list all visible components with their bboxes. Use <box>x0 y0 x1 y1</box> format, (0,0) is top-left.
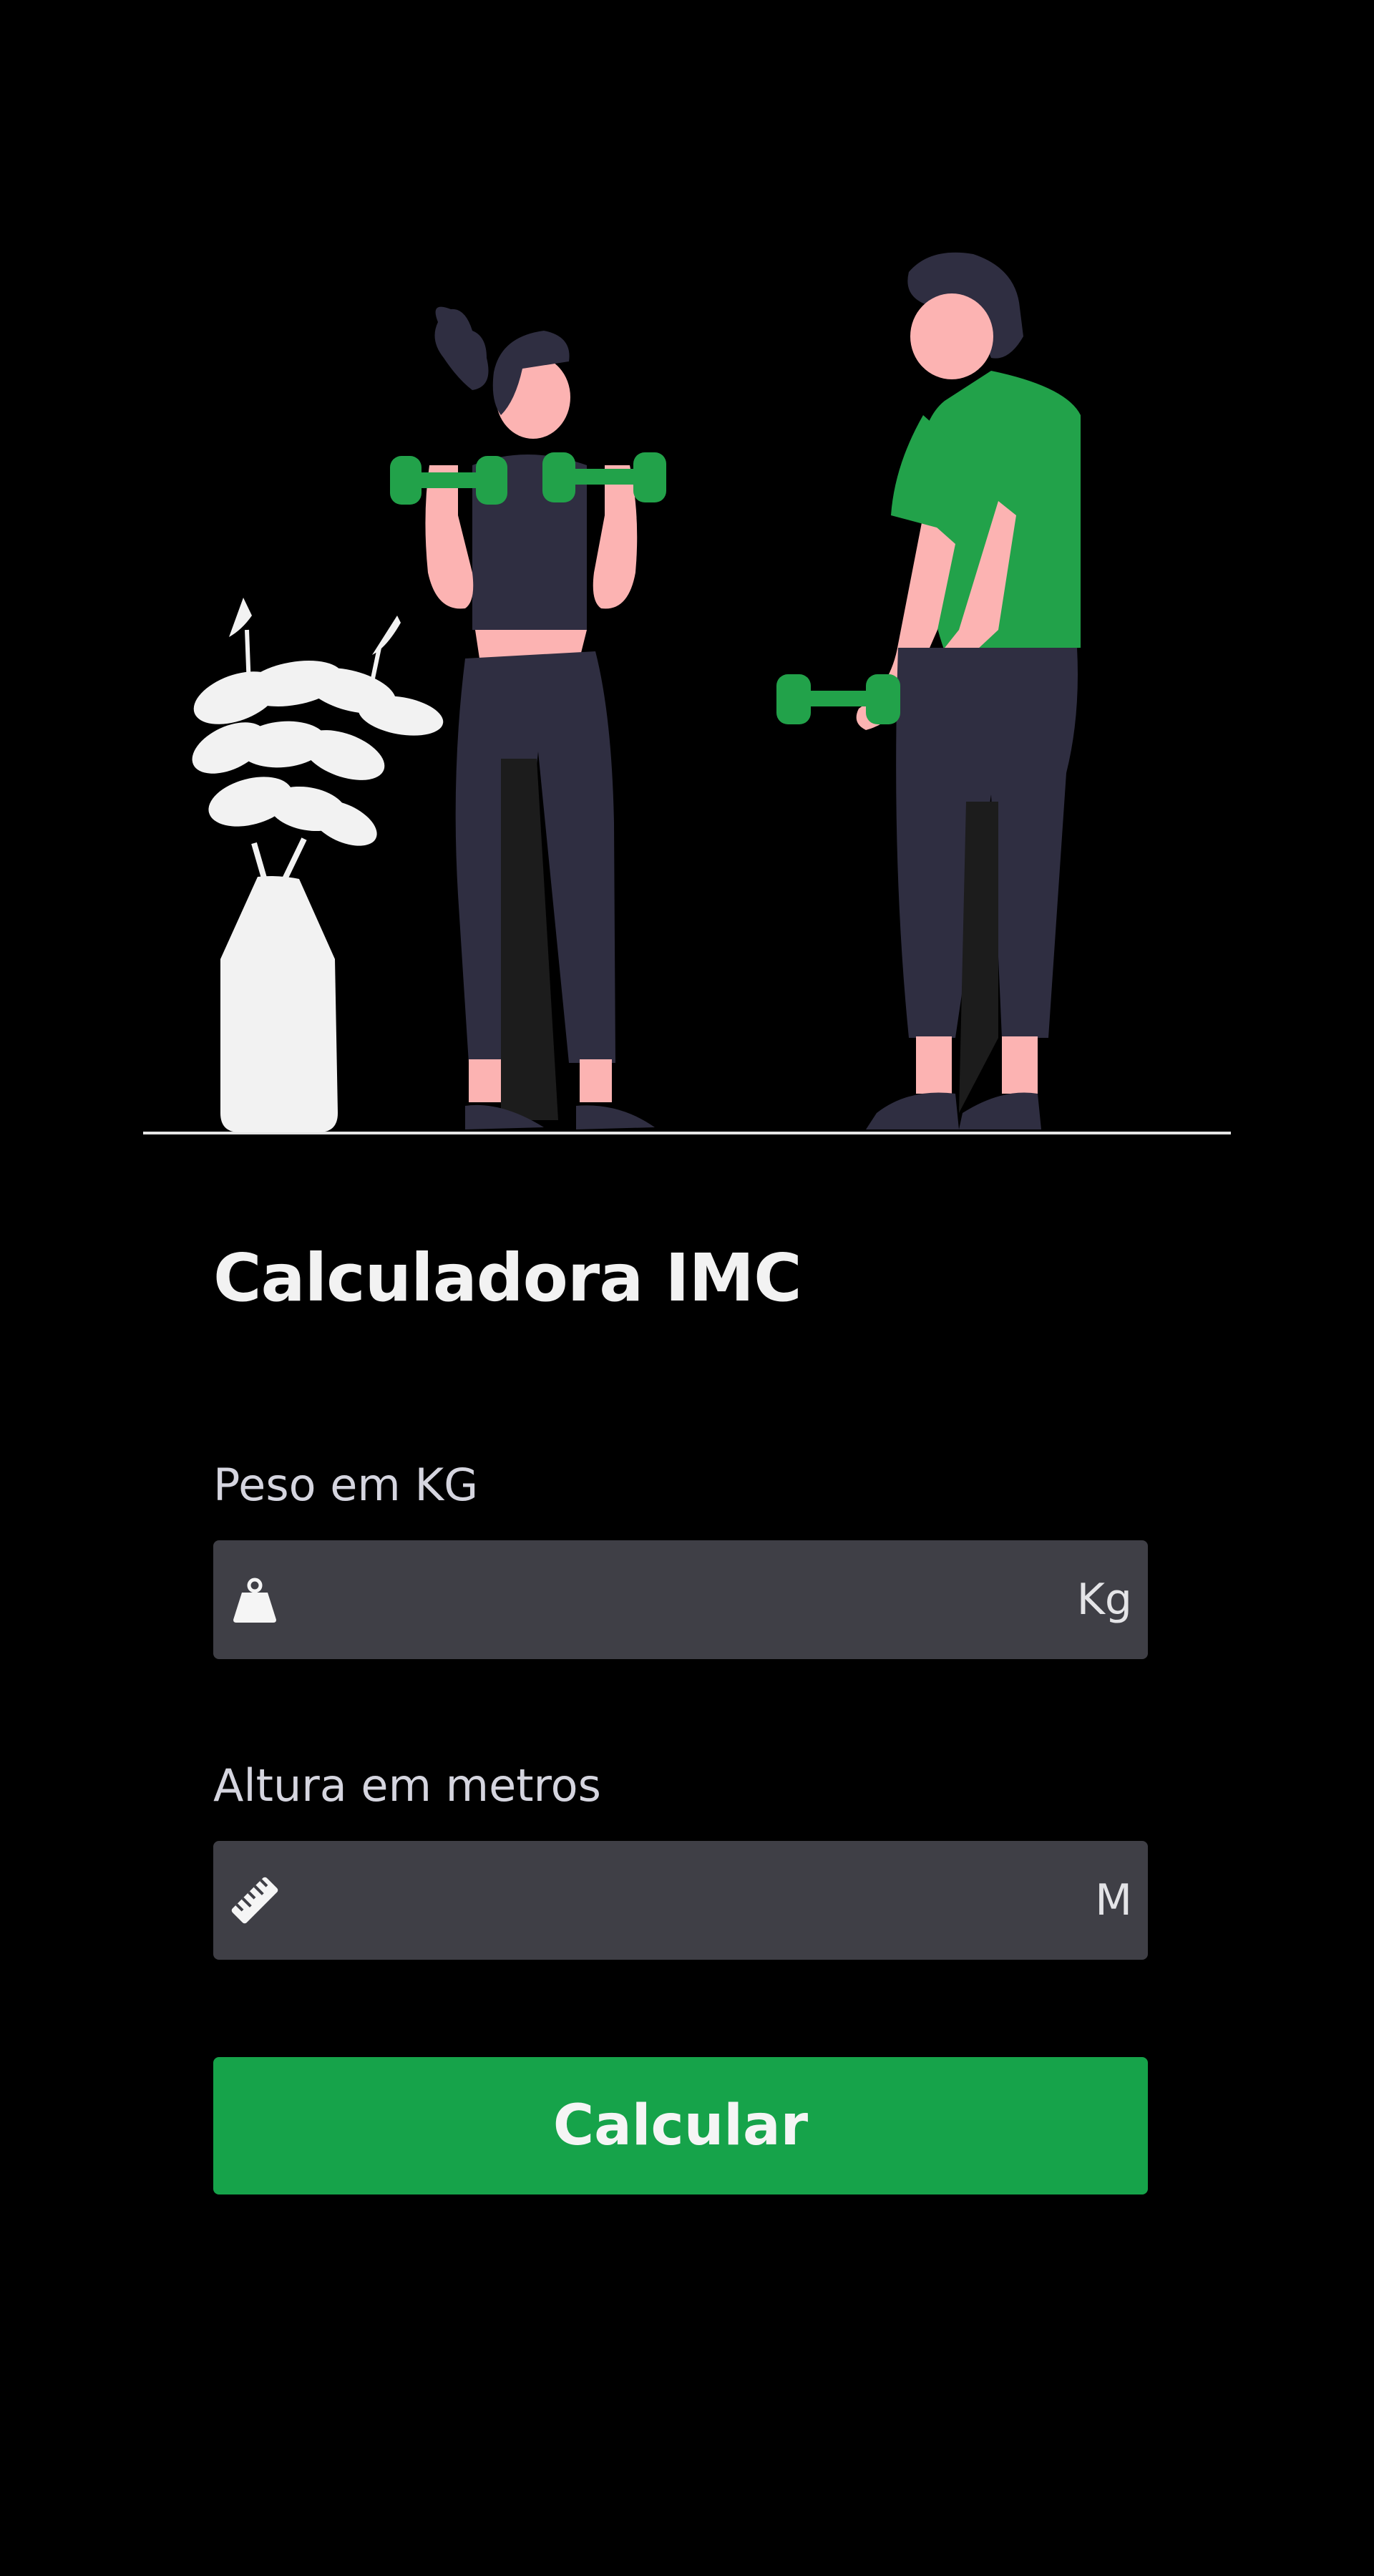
plant-vase <box>192 598 444 1132</box>
bmi-form: Calculadora IMC Peso em KG Kg Altura em … <box>213 1240 1148 2195</box>
weight-input[interactable] <box>292 1540 1008 1659</box>
height-label: Altura em metros <box>213 1759 601 1812</box>
dumbbell-right <box>542 452 666 502</box>
height-unit: M <box>1095 1875 1132 1925</box>
page-title: Calculadora IMC <box>213 1240 802 1316</box>
weight-unit: Kg <box>1076 1575 1132 1625</box>
weight-label: Peso em KG <box>213 1459 479 1511</box>
woman-figure <box>425 306 655 1129</box>
fitness-illustration <box>143 252 1231 1134</box>
height-input[interactable] <box>292 1841 1008 1960</box>
calculate-button[interactable]: Calcular <box>213 2057 1148 2195</box>
dumbbell-man <box>776 674 900 724</box>
weight-input-box[interactable]: Kg <box>213 1540 1148 1659</box>
height-input-box[interactable]: M <box>213 1841 1148 1960</box>
weight-icon <box>233 1578 276 1623</box>
ruler-icon <box>231 1877 278 1924</box>
